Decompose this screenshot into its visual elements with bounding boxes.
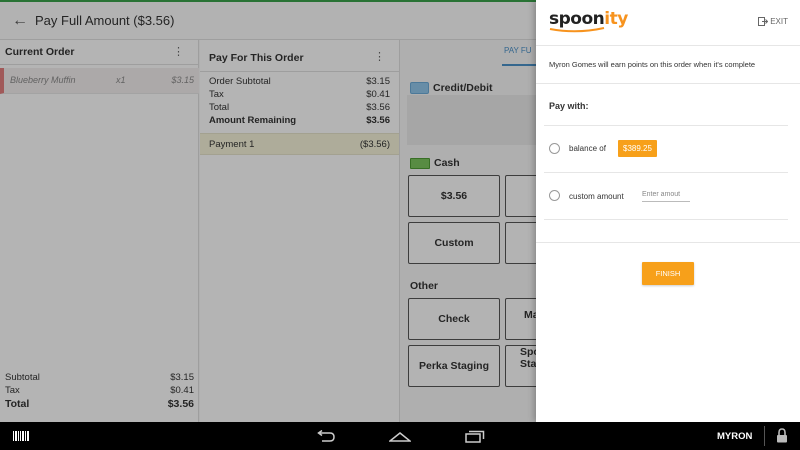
balance-badge: $389.25 bbox=[618, 140, 657, 157]
exit-label: EXIT bbox=[770, 17, 788, 26]
nav-recent-apps-icon[interactable] bbox=[465, 430, 485, 443]
finish-button[interactable]: FINISH bbox=[642, 262, 694, 285]
barcode-icon[interactable] bbox=[13, 431, 29, 441]
drawer-divider bbox=[536, 83, 800, 84]
custom-amount-input[interactable] bbox=[642, 188, 690, 202]
modal-scrim[interactable] bbox=[0, 0, 536, 422]
drawer-divider bbox=[544, 125, 788, 126]
lock-icon[interactable] bbox=[776, 428, 788, 443]
exit-icon bbox=[758, 17, 769, 26]
current-user-name: MYRON bbox=[717, 431, 753, 442]
nav-back-icon[interactable] bbox=[314, 430, 336, 443]
spoonity-logo-text: spoonity bbox=[549, 9, 628, 29]
system-nav-bar: MYRON bbox=[0, 422, 800, 450]
drawer-divider bbox=[544, 219, 788, 220]
nav-home-icon[interactable] bbox=[389, 431, 411, 443]
spoonity-drawer: spoonity EXIT Myron Gomes will earn poin… bbox=[536, 0, 800, 422]
drawer-divider bbox=[544, 172, 788, 173]
pay-with-label: Pay with: bbox=[549, 101, 589, 111]
earn-points-message: Myron Gomes will earn points on this ord… bbox=[549, 60, 756, 69]
balance-radio[interactable] bbox=[549, 143, 560, 154]
logo-accent: ity bbox=[604, 9, 628, 29]
logo-prefix: spoon bbox=[549, 9, 605, 29]
balance-label: balance of bbox=[569, 144, 606, 153]
nav-separator bbox=[764, 426, 765, 446]
custom-amount-label: custom amount bbox=[569, 192, 624, 201]
drawer-divider bbox=[536, 242, 800, 243]
custom-amount-radio[interactable] bbox=[549, 190, 560, 201]
spoonity-logo: spoonity bbox=[549, 9, 628, 33]
exit-button[interactable]: EXIT bbox=[758, 17, 788, 26]
drawer-divider bbox=[536, 45, 800, 46]
